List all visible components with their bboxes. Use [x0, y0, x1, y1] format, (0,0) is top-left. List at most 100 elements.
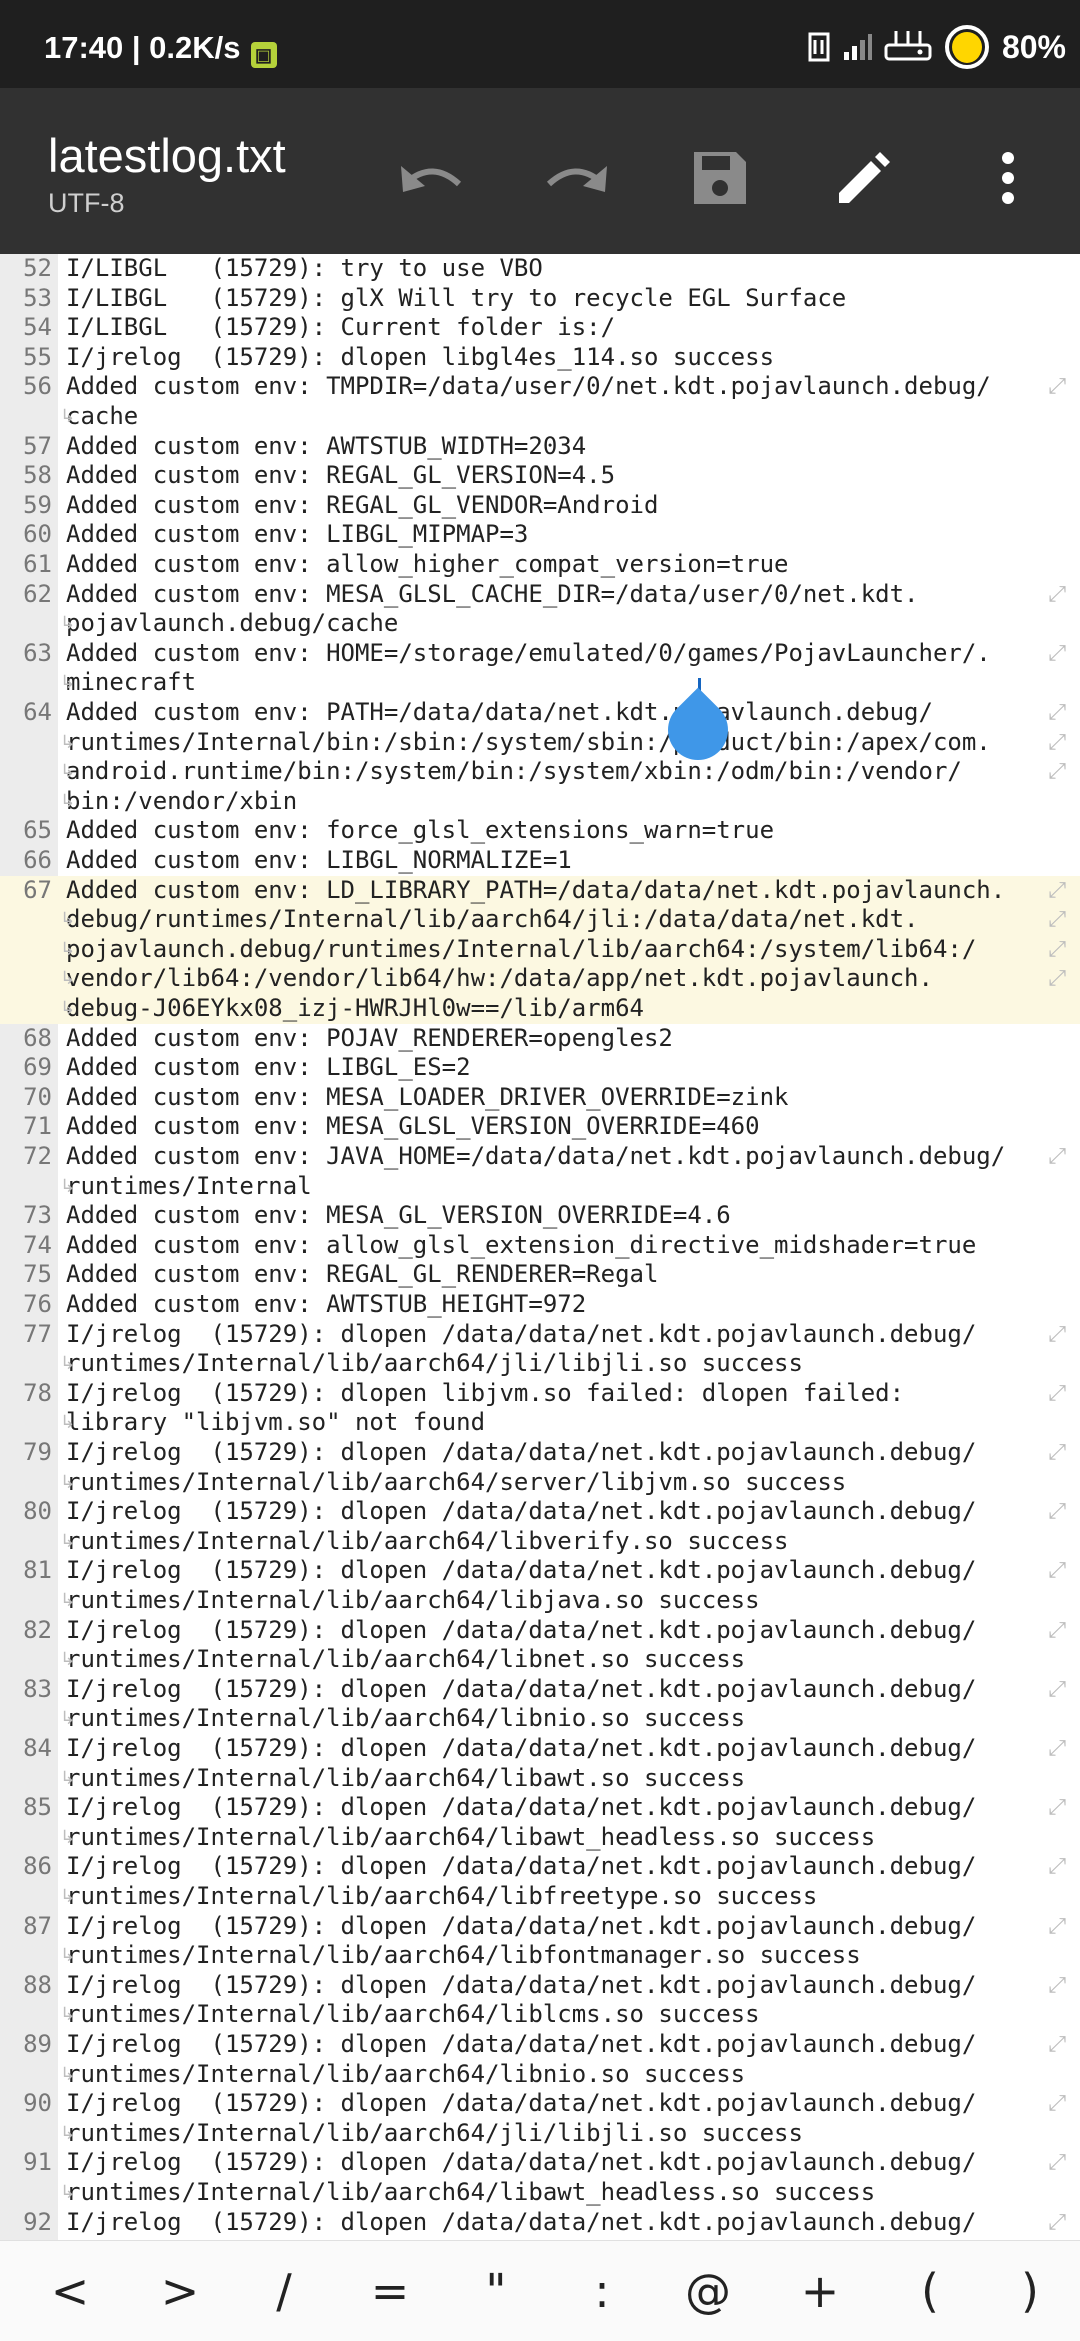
editor-line[interactable]: 90 I/jrelog (15729): dlopen /data/data/ne…	[0, 2089, 1080, 2148]
editor-line[interactable]: 73 Added custom env: MESA_GL_VERSION_OVER…	[0, 1201, 1080, 1231]
wrap-continue-icon: ↳	[60, 672, 76, 694]
editor-line[interactable]: 77 I/jrelog (15729): dlopen /data/data/ne…	[0, 1320, 1080, 1379]
editor-line[interactable]: 64 Added custom env: PATH=/data/data/net.…	[0, 698, 1080, 816]
file-encoding[interactable]: UTF-8	[48, 188, 125, 219]
editor-line[interactable]: 89 I/jrelog (15729): dlopen /data/data/ne…	[0, 2030, 1080, 2089]
editor-line[interactable]: 91 I/jrelog (15729): dlopen /data/data/ne…	[0, 2148, 1080, 2207]
line-text: I/jrelog (15729): dlopen /data/data/net.…	[66, 2030, 977, 2058]
editor-line[interactable]: 66 Added custom env: LIBGL_NORMALIZE=1	[0, 846, 1080, 876]
editor-line[interactable]: 75 Added custom env: REGAL_GL_RENDERER=Re…	[0, 1260, 1080, 1290]
edit-button[interactable]	[828, 142, 900, 214]
editor-line[interactable]: 61 Added custom env: allow_higher_compat_…	[0, 550, 1080, 580]
editor-line[interactable]: 55 I/jrelog (15729): dlopen libgl4es_114.…	[0, 343, 1080, 373]
editor-line[interactable]: 74 Added custom env: allow_glsl_extension…	[0, 1231, 1080, 1261]
line-text: I/jrelog (15729): dlopen /data/data/net.…	[66, 1970, 977, 1999]
line-text: debug-J06EYkx08_izj-HWRJHl0w==/lib/arm64	[66, 993, 644, 1022]
battery-percent: 80%	[1001, 28, 1066, 65]
line-text: minecraft	[66, 668, 197, 697]
save-icon	[694, 152, 746, 204]
line-text: Added custom env: REGAL_GL_VERSION=4.5	[66, 461, 616, 490]
symbol-key[interactable]: /	[244, 2259, 324, 2323]
editor-line[interactable]: 67 Added custom env: LD_LIBRARY_PATH=/dat…	[0, 875, 1080, 1024]
wrap-continue-icon: ↳	[60, 1471, 76, 1493]
editor-line[interactable]: 92 I/jrelog (15729): dlopen /data/data/ne…	[0, 2208, 1080, 2240]
pencil-icon	[839, 152, 890, 203]
editor-line[interactable]: 69 Added custom env: LIBGL_ES=2	[0, 1053, 1080, 1083]
editor-line[interactable]: 86 I/jrelog (15729): dlopen /data/data/ne…	[0, 1852, 1080, 1911]
line-text: android.runtime/bin:/system/bin:/system/…	[66, 757, 962, 786]
wrap-indicator-icon: ⤢	[1048, 907, 1066, 933]
symbol-key[interactable]: @	[668, 2259, 748, 2323]
wrap-indicator-icon: ⤢	[1048, 1795, 1066, 1821]
editor-line[interactable]: 68 Added custom env: POJAV_RENDERER=openg…	[0, 1024, 1080, 1054]
line-number: 54	[23, 313, 52, 342]
wrap-continue-icon: ↳	[60, 1353, 76, 1375]
editor-line[interactable]: 87 I/jrelog (15729): dlopen /data/data/ne…	[0, 1912, 1080, 1971]
editor-line[interactable]: 65 Added custom env: force_glsl_extension…	[0, 816, 1080, 846]
redo-button[interactable]	[540, 142, 612, 214]
symbol-key[interactable]: =	[350, 2259, 430, 2323]
wrap-continue-icon: ↳	[60, 613, 76, 635]
editor-line[interactable]: 84 I/jrelog (15729): dlopen /data/data/ne…	[0, 1734, 1080, 1793]
wrap-continue-icon: ↳	[60, 2063, 76, 2085]
editor-line[interactable]: 72 Added custom env: JAVA_HOME=/data/data…	[0, 1142, 1080, 1201]
symbol-key[interactable]: >	[140, 2259, 220, 2323]
line-text: Added custom env: MESA_GLSL_VERSION_OVER…	[66, 1112, 760, 1141]
wrap-continue-icon: ↳	[60, 909, 76, 931]
symbol-key[interactable]: <	[30, 2259, 110, 2323]
line-text: Added custom env: LIBGL_ES=2	[66, 1053, 471, 1082]
wrap-indicator-icon: ⤢	[1048, 1380, 1066, 1406]
more-options-button[interactable]	[972, 142, 1044, 214]
line-text: runtimes/Internal/lib/aarch64/libnio.so …	[66, 2059, 746, 2088]
file-title: latestlog.txt	[48, 129, 286, 182]
line-text: runtimes/Internal/lib/aarch64/libawt.so …	[66, 1763, 746, 1792]
editor-line[interactable]: 60 Added custom env: LIBGL_MIPMAP=3	[0, 520, 1080, 550]
editor-line[interactable]: 57 Added custom env: AWTSTUB_WIDTH=2034	[0, 432, 1080, 462]
symbol-key[interactable]: "	[456, 2259, 536, 2323]
editor-line[interactable]: 80 I/jrelog (15729): dlopen /data/data/ne…	[0, 1497, 1080, 1556]
text-editor[interactable]: 52 I/LIBGL (15729): try to use VBO 53 I/LIB…	[0, 254, 1080, 2240]
symbol-key[interactable]: :	[562, 2259, 642, 2323]
editor-line[interactable]: 58 Added custom env: REGAL_GL_VERSION=4.5	[0, 461, 1080, 491]
symbol-key[interactable]: +	[780, 2259, 860, 2323]
save-button[interactable]	[684, 142, 756, 214]
line-text: I/LIBGL (15729): glX Will try to recycle…	[66, 283, 847, 312]
wrap-continue-icon: ↳	[60, 2004, 76, 2026]
editor-line[interactable]: 83 I/jrelog (15729): dlopen /data/data/ne…	[0, 1675, 1080, 1734]
wrap-indicator-icon: ⤢	[1048, 2032, 1066, 2057]
line-number: 65	[23, 816, 52, 845]
editor-line[interactable]: 88 I/jrelog (15729): dlopen /data/data/ne…	[0, 1971, 1080, 2030]
line-number: 72	[23, 1142, 52, 1170]
line-text: runtimes/Internal/lib/aarch64/libfreetyp…	[66, 1881, 818, 1910]
editor-line[interactable]: 52 I/LIBGL (15729): try to use VBO	[0, 254, 1080, 284]
line-number: 78	[23, 1378, 52, 1407]
editor-line[interactable]: 56 Added custom env: TMPDIR=/data/user/0/…	[0, 372, 1080, 431]
editor-line[interactable]: 81 I/jrelog (15729): dlopen /data/data/ne…	[0, 1556, 1080, 1615]
wrap-continue-icon: ↳	[60, 405, 76, 427]
battery-icon	[944, 25, 989, 69]
editor-line[interactable]: 85 I/jrelog (15729): dlopen /data/data/ne…	[0, 1793, 1080, 1852]
line-number: 67	[23, 875, 52, 904]
editor-line[interactable]: 79 I/jrelog (15729): dlopen /data/data/ne…	[0, 1438, 1080, 1497]
editor-line[interactable]: 62 Added custom env: MESA_GLSL_CACHE_DIR=…	[0, 580, 1080, 639]
line-text: runtimes/Internal/lib/aarch64/libawt_hea…	[66, 2177, 876, 2206]
editor-line[interactable]: 53 I/LIBGL (15729): glX Will try to recyc…	[0, 284, 1080, 314]
symbol-key[interactable]: )	[990, 2259, 1070, 2323]
wrap-continue-icon: ↳	[60, 1649, 76, 1671]
editor-line[interactable]: 82 I/jrelog (15729): dlopen /data/data/ne…	[0, 1616, 1080, 1675]
undo-button[interactable]	[396, 142, 468, 214]
line-number: 90	[23, 2089, 52, 2118]
editor-line[interactable]: 78 I/jrelog (15729): dlopen libjvm.so fai…	[0, 1379, 1080, 1438]
line-text: Added custom env: PATH=/data/data/net.kd…	[66, 698, 933, 726]
editor-line[interactable]: 76 Added custom env: AWTSTUB_HEIGHT=972	[0, 1290, 1080, 1320]
editor-line[interactable]: 54 I/LIBGL (15729): Current folder is:/	[0, 313, 1080, 343]
symbol-key[interactable]: (	[890, 2259, 970, 2323]
editor-line[interactable]: 59 Added custom env: REGAL_GL_VENDOR=Andr…	[0, 491, 1080, 521]
editor-line[interactable]: 70 Added custom env: MESA_LOADER_DRIVER_O…	[0, 1083, 1080, 1113]
line-number: 59	[23, 490, 52, 519]
line-text: I/jrelog (15729): dlopen /data/data/net.…	[66, 2148, 977, 2177]
wrap-indicator-icon: ⤢	[1048, 374, 1066, 400]
app-notification-icon: ▣	[250, 42, 277, 68]
editor-line[interactable]: 63 Added custom env: HOME=/storage/emulat…	[0, 639, 1080, 698]
editor-line[interactable]: 71 Added custom env: MESA_GLSL_VERSION_OV…	[0, 1112, 1080, 1142]
